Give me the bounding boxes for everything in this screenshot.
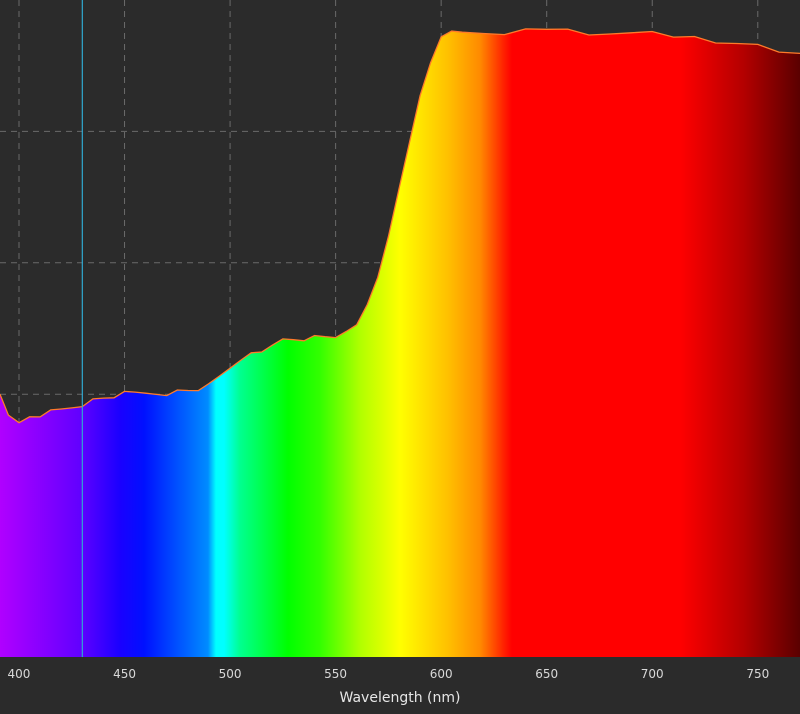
x-axis-title: Wavelength (nm) [340, 690, 461, 706]
x-tick-label-400: 400 [8, 667, 31, 681]
x-tick-label-500: 500 [219, 667, 242, 681]
x-tick-label-550: 550 [324, 667, 347, 681]
x-tick-label-650: 650 [535, 667, 558, 681]
x-tick-label-750: 750 [746, 667, 769, 681]
x-tick-label-450: 450 [113, 667, 136, 681]
x-tick-label-600: 600 [430, 667, 453, 681]
spectrum-chart: 400 450 500 550 600 650 700 750 Wavelength (nm) [0, 0, 800, 714]
x-tick-label-700: 700 [641, 667, 664, 681]
